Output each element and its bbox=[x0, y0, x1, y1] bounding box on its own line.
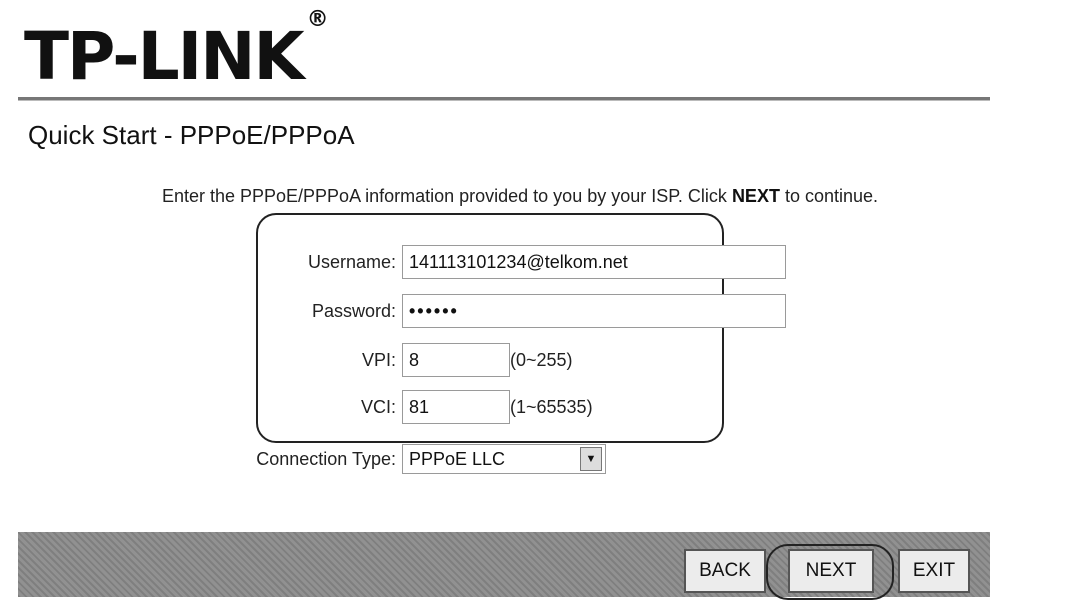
instructions-text: Enter the PPPoE/PPPoA information provid… bbox=[0, 184, 1040, 208]
connection-type-label: Connection Type: bbox=[256, 449, 396, 469]
vci-row: VCI: (1~65535) bbox=[0, 388, 1074, 426]
vci-input[interactable] bbox=[402, 390, 510, 424]
vpi-range: (0~255) bbox=[510, 350, 573, 370]
password-input[interactable]: •••••• bbox=[402, 294, 786, 328]
vpi-input[interactable] bbox=[402, 343, 510, 377]
instructions-next-bold: NEXT bbox=[731, 186, 780, 206]
header-divider bbox=[18, 97, 990, 101]
logo-text: TP-LINK bbox=[24, 18, 305, 95]
tp-link-logo: TP-LINK ® bbox=[24, 7, 329, 95]
connection-type-select[interactable]: PPPoE LLC ▼ bbox=[402, 444, 606, 474]
instructions-after: to continue. bbox=[779, 186, 879, 206]
connection-type-value: PPPoE LLC bbox=[409, 449, 506, 469]
back-button[interactable]: BACK bbox=[684, 549, 766, 593]
hand-drawn-next-highlight bbox=[766, 544, 894, 600]
instructions-before: Enter the PPPoE/PPPoA information provid… bbox=[161, 186, 732, 206]
password-row: Password: •••••• bbox=[0, 292, 1074, 330]
username-row: Username: bbox=[0, 243, 1074, 281]
chevron-down-icon[interactable]: ▼ bbox=[580, 447, 602, 471]
username-label: Username: bbox=[307, 252, 396, 272]
password-label: Password: bbox=[311, 301, 396, 321]
username-input[interactable] bbox=[402, 245, 786, 279]
vci-label: VCI: bbox=[360, 397, 396, 417]
exit-button[interactable]: EXIT bbox=[898, 549, 970, 593]
registered-mark: ® bbox=[306, 7, 329, 32]
connection-type-row: Connection Type: PPPoE LLC ▼ bbox=[0, 440, 1074, 478]
vpi-row: VPI: (0~255) bbox=[0, 341, 1074, 379]
vpi-label: VPI: bbox=[361, 350, 396, 370]
page-title: Quick Start - PPPoE/PPPoA bbox=[28, 120, 355, 150]
vci-range: (1~65535) bbox=[510, 397, 593, 417]
